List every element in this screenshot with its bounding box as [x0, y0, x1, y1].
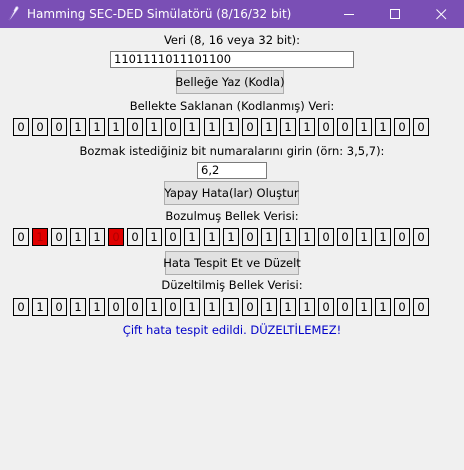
bit-cell: 1 — [146, 228, 162, 246]
maximize-button[interactable] — [372, 0, 418, 28]
bit-cell: 0 — [127, 298, 143, 316]
bit-cell: 1 — [356, 228, 372, 246]
bit-cell: 0 — [318, 298, 334, 316]
maximize-icon — [389, 8, 400, 19]
bit-cell: 1 — [261, 118, 277, 136]
bit-cell-error: 1 — [32, 228, 48, 246]
bit-cell: 1 — [223, 228, 239, 246]
title-bar: Hamming SEC-DED Simülatörü (8/16/32 bit) — [0, 0, 464, 28]
bit-cell: 1 — [223, 298, 239, 316]
close-button[interactable] — [418, 0, 464, 28]
minimize-button[interactable] — [326, 0, 372, 28]
bit-cell: 1 — [356, 118, 372, 136]
bit-cell: 1 — [261, 228, 277, 246]
feather-icon — [8, 6, 19, 21]
bit-cell: 1 — [356, 298, 372, 316]
bit-cell: 0 — [127, 228, 143, 246]
bit-cell: 1 — [184, 118, 200, 136]
status-message: Çift hata tespit edildi. DÜZELTİLEMEZ! — [122, 323, 342, 337]
bit-cell: 0 — [51, 118, 67, 136]
close-icon — [435, 8, 446, 19]
window-title: Hamming SEC-DED Simülatörü (8/16/32 bit) — [27, 7, 292, 21]
bit-cell: 0 — [242, 228, 258, 246]
bit-cell: 0 — [318, 118, 334, 136]
bit-cell-error: 0 — [108, 228, 124, 246]
bit-cell: 1 — [70, 298, 86, 316]
bit-cell: 0 — [13, 228, 29, 246]
bit-cell: 1 — [108, 118, 124, 136]
bit-cell: 1 — [280, 228, 296, 246]
bit-cell: 0 — [242, 118, 258, 136]
bit-cell: 1 — [280, 298, 296, 316]
bit-cell: 1 — [89, 298, 105, 316]
bit-cell: 1 — [261, 298, 277, 316]
corrected-data-label: Düzeltilmiş Bellek Verisi: — [161, 278, 303, 292]
bit-cell: 1 — [184, 298, 200, 316]
bit-cell: 1 — [299, 118, 315, 136]
bit-cell: 0 — [394, 118, 410, 136]
minimize-icon — [343, 13, 354, 15]
bit-cell: 0 — [394, 298, 410, 316]
bit-cell: 0 — [318, 228, 334, 246]
corrupt-bits-input[interactable]: 6,2 — [197, 162, 267, 179]
bit-cell: 0 — [13, 298, 29, 316]
bit-cell: 1 — [89, 228, 105, 246]
bit-cell: 0 — [13, 118, 29, 136]
bit-cell: 1 — [146, 298, 162, 316]
bit-cell: 0 — [337, 228, 353, 246]
bit-cell: 1 — [375, 298, 391, 316]
bit-cell: 1 — [375, 118, 391, 136]
bit-cell: 1 — [280, 118, 296, 136]
bit-cell: 0 — [394, 228, 410, 246]
bit-cell: 0 — [51, 228, 67, 246]
bit-cell: 1 — [223, 118, 239, 136]
corrupted-data-label: Bozulmuş Bellek Verisi: — [165, 209, 299, 223]
bit-cell: 0 — [127, 118, 143, 136]
data-input-field[interactable]: 1101111011101100 — [110, 51, 354, 68]
bit-cell: 0 — [413, 118, 429, 136]
bit-cell: 0 — [108, 298, 124, 316]
bit-cell: 0 — [165, 118, 181, 136]
bit-cell: 1 — [89, 118, 105, 136]
detect-correct-button[interactable]: Hata Tespit Et ve Düzelt — [163, 251, 301, 275]
bit-cell: 0 — [413, 228, 429, 246]
bit-cell: 1 — [375, 228, 391, 246]
bit-cell: 0 — [32, 118, 48, 136]
data-input-label: Veri (8, 16 veya 32 bit): — [163, 33, 301, 47]
bit-cell: 0 — [337, 298, 353, 316]
bit-cell: 1 — [204, 298, 220, 316]
bit-cell: 0 — [242, 298, 258, 316]
stored-data-label: Bellekte Saklanan (Kodlanmış) Veri: — [129, 99, 335, 113]
bit-cell: 1 — [204, 228, 220, 246]
bit-cell: 1 — [146, 118, 162, 136]
bit-cell: 0 — [51, 298, 67, 316]
bit-cell: 1 — [299, 228, 315, 246]
bit-cell: 1 — [204, 118, 220, 136]
write-encode-button[interactable]: Belleğe Yaz (Kodla) — [175, 70, 285, 94]
bit-cell: 1 — [184, 228, 200, 246]
bit-cell: 0 — [413, 298, 429, 316]
bit-cell: 0 — [165, 228, 181, 246]
bit-cell: 1 — [32, 298, 48, 316]
inject-error-button[interactable]: Yapay Hata(lar) Oluştur — [164, 181, 299, 205]
bit-cell: 1 — [299, 298, 315, 316]
bit-cell: 1 — [70, 118, 86, 136]
bit-cell: 1 — [70, 228, 86, 246]
corrupt-bits-label: Bozmak istediğiniz bit numaralarını giri… — [79, 144, 385, 158]
bit-cell: 0 — [165, 298, 181, 316]
bit-cell: 0 — [337, 118, 353, 136]
